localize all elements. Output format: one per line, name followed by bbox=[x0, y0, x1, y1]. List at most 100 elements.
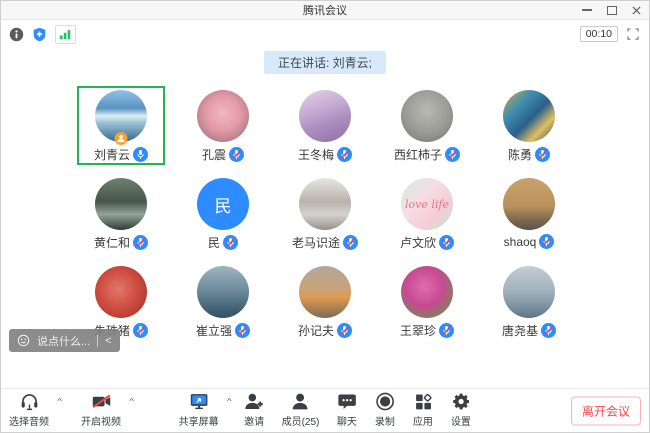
participant-tile[interactable]: love life 卢文欣 bbox=[376, 178, 478, 252]
mic-on-icon[interactable] bbox=[133, 147, 148, 162]
screen-share-icon bbox=[188, 391, 209, 412]
toolbar-item-screen-share[interactable]: 共享屏幕 ^ bbox=[179, 391, 219, 428]
avatar-pink-flowers-photo bbox=[401, 266, 453, 318]
participant-name: 崔立强 bbox=[196, 322, 232, 339]
chat-quick-input[interactable]: 说点什么... < bbox=[9, 329, 120, 352]
participant-name: 刘青云 bbox=[94, 146, 130, 163]
avatar-abstract-reflection-photo bbox=[503, 90, 555, 142]
participant-tile[interactable]: 陈勇 bbox=[478, 90, 580, 164]
meeting-window: 腾讯会议 00:10 正在讲话: 刘青云; 刘青云 bbox=[0, 0, 650, 433]
participant-name: 孙记夫 bbox=[298, 322, 334, 339]
participant-tile[interactable]: 孙记夫 bbox=[274, 266, 376, 340]
avatar-city-skyline-harbor-photo bbox=[197, 266, 249, 318]
toolbar-item-label: 共享屏幕 bbox=[179, 413, 219, 428]
avatar-love-life-script-photo: love life bbox=[401, 178, 453, 230]
emoji-smiley-icon[interactable] bbox=[17, 334, 30, 347]
mic-muted-icon[interactable] bbox=[541, 323, 556, 338]
mic-muted-icon[interactable] bbox=[535, 147, 550, 162]
avatar-anime-girl-photo bbox=[299, 90, 351, 142]
participant-tile[interactable]: 崔立强 bbox=[172, 266, 274, 340]
participant-tile[interactable]: 老马识途 bbox=[274, 178, 376, 252]
leave-meeting-button[interactable]: 离开会议 bbox=[571, 396, 641, 425]
toolbar-left-group: 选择音频 ^ 开启视频 ^ bbox=[9, 391, 129, 428]
close-icon[interactable] bbox=[632, 6, 641, 15]
maximize-icon[interactable] bbox=[607, 6, 617, 15]
toolbar-center-group: 共享屏幕 ^ 邀请 成员(25) 聊天 录制 应用 设置 bbox=[179, 391, 472, 428]
toolbar-item-label: 聊天 bbox=[337, 413, 357, 428]
toolbar-item-label: 设置 bbox=[451, 413, 471, 428]
fullscreen-icon[interactable] bbox=[626, 27, 641, 42]
avatar-sunset-photo bbox=[299, 266, 351, 318]
toolbar-item-chat[interactable]: 聊天 bbox=[336, 391, 357, 428]
mic-muted-icon[interactable] bbox=[445, 147, 460, 162]
mic-muted-icon[interactable] bbox=[235, 323, 250, 338]
mic-muted-icon[interactable] bbox=[343, 235, 358, 250]
participant-name: 西红柿子 bbox=[394, 146, 442, 163]
avatar-man-on-bridge-photo bbox=[503, 266, 555, 318]
participant-name: 卢文欣 bbox=[400, 234, 436, 251]
mic-muted-icon[interactable] bbox=[337, 323, 352, 338]
avatar-person-by-yellow-wall-photo bbox=[503, 178, 555, 230]
avatar-pink-pig-plush-photo bbox=[197, 90, 249, 142]
participant-tile[interactable]: 民 民 bbox=[172, 178, 274, 252]
window-title: 腾讯会议 bbox=[303, 2, 347, 18]
toolbar-item-label: 录制 bbox=[375, 413, 395, 428]
toolbar-item-members[interactable]: 成员(25) bbox=[282, 391, 320, 428]
bottom-toolbar: 选择音频 ^ 开启视频 ^ 共享屏幕 ^ 邀请 成员(25) 聊天 录制 应用 bbox=[1, 388, 649, 432]
toolbar-item-label: 邀请 bbox=[244, 413, 264, 428]
participant-name: 孔震 bbox=[202, 146, 226, 163]
avatar-owl-photo bbox=[401, 90, 453, 142]
toolbar-item-label: 选择音频 bbox=[9, 413, 49, 428]
window-controls bbox=[582, 1, 641, 19]
titlebar: 腾讯会议 bbox=[1, 1, 649, 20]
host-badge-icon bbox=[115, 132, 128, 145]
mic-muted-icon[interactable] bbox=[337, 147, 352, 162]
minimize-icon[interactable] bbox=[582, 9, 592, 11]
mic-muted-icon[interactable] bbox=[133, 323, 148, 338]
chat-placeholder[interactable]: 说点什么... bbox=[37, 333, 90, 349]
participant-tile[interactable]: 唐尧基 bbox=[478, 266, 580, 340]
participant-grid: 刘青云 孔震 王冬梅 西红柿子 bbox=[70, 90, 580, 340]
participant-name: 唐尧基 bbox=[502, 322, 538, 339]
participant-tile[interactable]: 孔震 bbox=[172, 90, 274, 164]
toolbar-item-headphones[interactable]: 选择音频 ^ bbox=[9, 391, 49, 428]
participant-name: 民 bbox=[208, 234, 220, 251]
toolbar-item-label: 成员(25) bbox=[282, 413, 320, 428]
participant-name: 黄仁和 bbox=[94, 234, 130, 251]
participant-tile[interactable]: 西红柿子 bbox=[376, 90, 478, 164]
toolbar-item-record[interactable]: 录制 bbox=[374, 391, 395, 428]
dropdown-chevron-icon[interactable]: ^ bbox=[57, 397, 62, 405]
toolbar-item-apps[interactable]: 应用 bbox=[412, 391, 433, 428]
headphones-icon bbox=[19, 391, 40, 412]
mic-muted-icon[interactable] bbox=[133, 235, 148, 250]
participant-tile[interactable]: shaoq bbox=[478, 178, 580, 252]
mic-muted-icon[interactable] bbox=[439, 235, 454, 250]
participant-tile[interactable]: 黄仁和 bbox=[70, 178, 172, 252]
security-shield-icon[interactable] bbox=[32, 27, 47, 42]
meeting-timer: 00:10 bbox=[580, 26, 618, 42]
apps-icon bbox=[412, 391, 433, 412]
meeting-info-icon[interactable] bbox=[9, 27, 24, 42]
toolbar-item-camera-off[interactable]: 开启视频 ^ bbox=[81, 391, 121, 428]
toolbar-item-settings[interactable]: 设置 bbox=[450, 391, 471, 428]
toolbar-item-label: 应用 bbox=[413, 413, 433, 428]
toolbar-item-label: 开启视频 bbox=[81, 413, 121, 428]
mic-muted-icon[interactable] bbox=[539, 234, 554, 249]
avatar-letter-avatar: 民 bbox=[197, 178, 249, 230]
avatar-snowy-street-photo bbox=[299, 178, 351, 230]
mic-muted-icon[interactable] bbox=[229, 147, 244, 162]
mic-muted-icon[interactable] bbox=[223, 235, 238, 250]
participant-tile[interactable]: 刘青云 bbox=[70, 90, 172, 164]
participant-tile[interactable]: 王冬梅 bbox=[274, 90, 376, 164]
topbar: 00:10 bbox=[1, 20, 649, 48]
record-icon bbox=[374, 391, 395, 412]
participant-name: 王翠珍 bbox=[400, 322, 436, 339]
toolbar-item-invite[interactable]: 邀请 bbox=[244, 391, 265, 428]
network-signal-icon[interactable] bbox=[55, 25, 76, 44]
avatar-strawberries-photo bbox=[95, 266, 147, 318]
dropdown-chevron-icon[interactable]: ^ bbox=[129, 397, 134, 405]
mic-muted-icon[interactable] bbox=[439, 323, 454, 338]
dropdown-chevron-icon[interactable]: ^ bbox=[227, 397, 232, 405]
participant-tile[interactable]: 王翠珍 bbox=[376, 266, 478, 340]
chat-collapse-chevron-icon[interactable]: < bbox=[105, 335, 111, 347]
